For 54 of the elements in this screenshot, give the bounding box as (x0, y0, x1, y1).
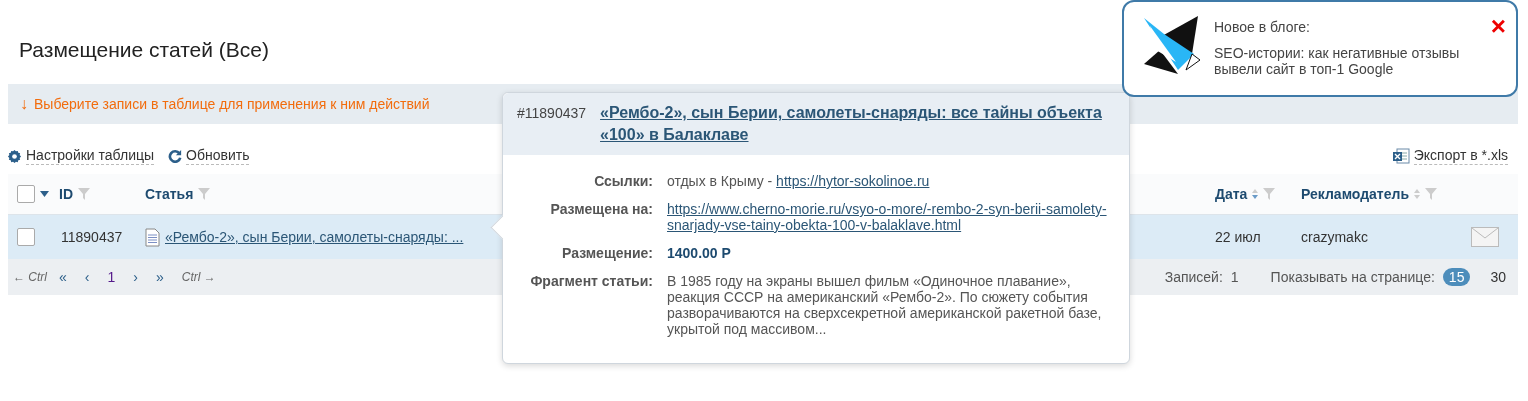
table-cell-text: crazymakc (1301, 229, 1369, 245)
notification-heading: Новое в блоге: (1214, 19, 1311, 35)
anchor-text: отдых в Крыму - (667, 173, 774, 189)
url-link[interactable]: https://www.cherno-morie.ru/vsyo-o-more/-rembo-2-syn-berii-samolety-snarjady-vse-tainy-obekta-100-v-balaklave.html (667, 201, 1109, 233)
column-header[interactable]: Рекламодатель (1301, 186, 1409, 202)
select-all-checkbox[interactable] (17, 185, 35, 203)
keyboard-hint: ← Ctrl (13, 270, 47, 284)
filter-icon[interactable] (198, 188, 211, 200)
column-header[interactable]: Дата (1215, 186, 1248, 202)
article-title-link[interactable]: «Рембо-2», сын Берии, самолеты-снаряды: все тайны объекта «100» в Балаклаве (600, 102, 1115, 146)
table-cell-text: 11890437 (60, 229, 124, 245)
refresh-icon[interactable] (168, 149, 183, 163)
notice-text: Выберите записи в таблице для применения к ним действий (34, 96, 430, 112)
filter-icon[interactable] (1263, 188, 1276, 200)
refresh-link[interactable]: Обновить (186, 147, 250, 165)
column-header[interactable]: ID (59, 186, 73, 202)
per-page-label: Показывать на странице: (1270, 269, 1435, 285)
sort-icon[interactable] (1414, 188, 1420, 200)
table-cell-text: 22 июл (1215, 229, 1262, 245)
keyboard-hint: Ctrl → (181, 270, 216, 284)
records-label: Записей: (1164, 269, 1223, 285)
field-label: Фрагмент статьи: (529, 273, 653, 289)
caret-icon[interactable] (40, 191, 49, 197)
envelope-icon[interactable] (1471, 227, 1499, 247)
article-fragment: В 1985 году на экраны вышел фильм «Одиночное плавание», реакция СССР на американский «Рембо-2». По сюжету события разворачиваются на сверхсекретной американской ракетной базе, укрытой под массивом... (667, 273, 1103, 337)
row-checkbox[interactable] (17, 228, 35, 246)
spreadsheet-icon[interactable] (1391, 147, 1410, 165)
filter-icon[interactable] (1425, 188, 1437, 200)
settings-icon[interactable] (7, 148, 22, 164)
article-link[interactable]: «Рембо-2», сын Берии, самолеты-снаряды: ... (165, 229, 464, 245)
table-settings-link[interactable]: Настройки таблицы (26, 147, 155, 165)
close-button[interactable]: × (1490, 16, 1506, 36)
notification-text: SEO-истории: как негативные отзывы вывели сайт в топ-1 Google (1214, 45, 1461, 77)
field-label: Ссылки: (593, 173, 653, 189)
next-page-link[interactable]: › (133, 269, 138, 285)
export-link[interactable]: Экспорт в *.xls (1413, 147, 1508, 165)
prev-page-link[interactable]: ‹ (84, 269, 90, 285)
per-page-option[interactable]: 15 (1442, 268, 1471, 286)
first-page-link[interactable]: « (59, 269, 67, 285)
filter-icon[interactable] (78, 188, 90, 200)
field-label: Размещена на: (549, 201, 653, 217)
article-id: #11890437 (517, 104, 587, 123)
document-icon (145, 227, 160, 247)
column-header[interactable]: Статья (145, 186, 194, 202)
last-page-link[interactable]: » (155, 269, 164, 285)
page-title: Размещение статей (Все) (18, 37, 269, 63)
sort-icon[interactable] (1252, 188, 1259, 200)
page-link[interactable]: 1 (107, 269, 116, 285)
price-value: 1400.00 Р (667, 245, 731, 261)
url-link[interactable]: https://hytor-sokolinoe.ru (776, 173, 930, 189)
field-label: Размещение: (561, 245, 653, 261)
records-count: 1 (1230, 269, 1239, 285)
per-page-option[interactable]: 30 (1484, 268, 1512, 286)
notice-arrow: ↓ (20, 95, 28, 113)
